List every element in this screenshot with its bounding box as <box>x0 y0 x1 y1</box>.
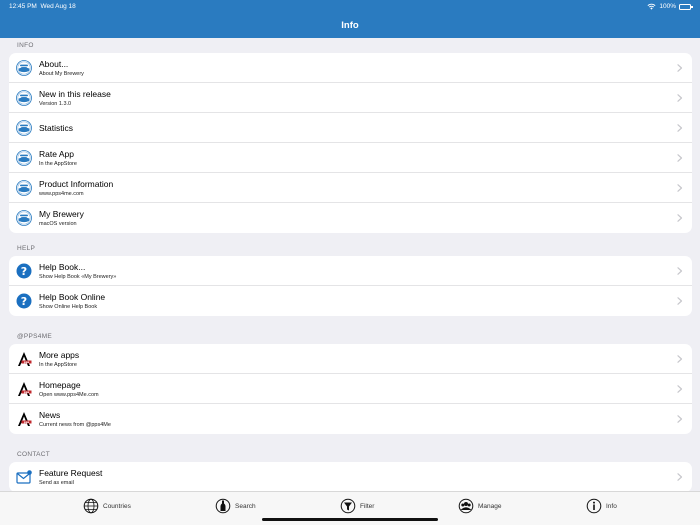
home-indicator[interactable] <box>262 518 438 521</box>
row-about[interactable]: About... About My Brewery <box>9 53 692 83</box>
battery-percent: 100% <box>659 3 676 10</box>
mail-icon <box>16 469 32 485</box>
chevron-right-icon <box>677 385 683 393</box>
pps-logo-icon <box>16 351 32 367</box>
tab-countries[interactable]: Countries <box>83 498 131 514</box>
row-subtitle: macOS version <box>39 221 77 227</box>
row-title: Help Book Online <box>39 292 106 302</box>
tab-label: Manage <box>478 502 502 510</box>
row-news[interactable]: News Current news from @pps4Me <box>9 404 692 434</box>
row-subtitle: Open www.pps4Me.com <box>39 392 99 398</box>
chevron-right-icon <box>677 297 683 305</box>
row-subtitle: Show Online Help Book <box>39 304 98 310</box>
chevron-right-icon <box>677 473 683 481</box>
row-title: Homepage <box>39 380 81 390</box>
page-title: Info <box>341 20 359 31</box>
row-help-book[interactable]: Help Book... Show Help Book «My Brewery» <box>9 256 692 286</box>
group-info: About... About My Brewery New in this re… <box>9 53 692 233</box>
battery-icon <box>679 3 693 10</box>
row-title: My Brewery <box>39 209 84 219</box>
row-subtitle: Current news from @pps4Me <box>39 422 111 428</box>
row-product-information[interactable]: Product Information www.pps4me.com <box>9 173 692 203</box>
chevron-right-icon <box>677 214 683 222</box>
row-rate-app[interactable]: Rate App In the AppStore <box>9 143 692 173</box>
section-header-help: HELP <box>17 245 36 252</box>
row-feature-request[interactable]: Feature Request Send as email <box>9 462 692 491</box>
chevron-right-icon <box>677 64 683 72</box>
brewery-logo-icon <box>16 180 32 196</box>
row-title: About... <box>39 59 69 69</box>
tab-bar: Countries Search Filter Manage Info <box>0 491 700 525</box>
brewery-logo-icon <box>16 120 32 136</box>
chevron-right-icon <box>677 94 683 102</box>
tab-label: Info <box>606 502 617 510</box>
wifi-icon <box>647 3 656 10</box>
tab-manage[interactable]: Manage <box>458 498 502 514</box>
row-title: Statistics <box>39 123 74 133</box>
tab-info[interactable]: Info <box>586 498 617 514</box>
tab-filter[interactable]: Filter <box>340 498 374 514</box>
chevron-right-icon <box>677 355 683 363</box>
status-bar: 12:45 PM Wed Aug 18 100% <box>9 3 693 13</box>
row-more-apps[interactable]: More apps In the AppStore <box>9 344 692 374</box>
section-header-pps4me: @PPS4ME <box>17 333 53 340</box>
chevron-right-icon <box>677 267 683 275</box>
chevron-right-icon <box>677 154 683 162</box>
crowd-icon <box>458 498 474 514</box>
group-help: Help Book... Show Help Book «My Brewery»… <box>9 256 692 316</box>
row-subtitle: About My Brewery <box>39 71 84 77</box>
row-subtitle: In the AppStore <box>39 362 77 368</box>
pps-logo-icon <box>16 381 32 397</box>
chevron-right-icon <box>677 184 683 192</box>
tab-label: Countries <box>103 502 131 510</box>
row-title: Help Book... <box>39 262 86 272</box>
tab-label: Filter <box>360 502 375 510</box>
row-subtitle: Version 1.3.0 <box>39 101 72 107</box>
navigation-bar: 12:45 PM Wed Aug 18 100% Info <box>0 0 700 38</box>
row-subtitle: www.pps4me.com <box>39 191 84 197</box>
row-title: News <box>39 410 61 420</box>
row-subtitle: In the AppStore <box>39 161 77 167</box>
row-my-brewery[interactable]: My Brewery macOS version <box>9 203 692 233</box>
question-icon <box>16 293 32 309</box>
tab-search[interactable]: Search <box>215 498 256 514</box>
group-pps4me: More apps In the AppStore Homepage Open … <box>9 344 692 434</box>
bottle-icon <box>215 498 231 514</box>
row-homepage[interactable]: Homepage Open www.pps4Me.com <box>9 374 692 404</box>
brewery-logo-icon <box>16 60 32 76</box>
pps-logo-icon <box>16 411 32 427</box>
section-header-info: INFO <box>17 42 34 49</box>
settings-list[interactable]: INFO About... About My Brewery New in th… <box>0 38 700 491</box>
row-statistics[interactable]: Statistics <box>9 113 692 143</box>
row-title: Feature Request <box>39 468 103 478</box>
section-header-contact: CONTACT <box>17 451 51 458</box>
row-subtitle: Send as email <box>39 480 74 486</box>
status-time: 12:45 PM Wed Aug 18 <box>9 3 76 10</box>
row-help-book-online[interactable]: Help Book Online Show Online Help Book <box>9 286 692 316</box>
row-title: New in this release <box>39 89 111 99</box>
row-title: Rate App <box>39 149 74 159</box>
row-subtitle: Show Help Book «My Brewery» <box>39 274 117 280</box>
info-icon <box>586 498 602 514</box>
tab-label: Search <box>235 502 256 510</box>
group-contact: Feature Request Send as email <box>9 462 692 491</box>
row-title: More apps <box>39 350 80 360</box>
brewery-logo-icon <box>16 90 32 106</box>
chevron-right-icon <box>677 415 683 423</box>
globe-icon <box>83 498 99 514</box>
row-title: Product Information <box>39 179 114 189</box>
chevron-right-icon <box>677 124 683 132</box>
filter-icon <box>340 498 356 514</box>
row-new-in-release[interactable]: New in this release Version 1.3.0 <box>9 83 692 113</box>
brewery-logo-icon <box>16 150 32 166</box>
brewery-logo-icon <box>16 210 32 226</box>
question-icon <box>16 263 32 279</box>
status-right: 100% <box>647 3 693 10</box>
